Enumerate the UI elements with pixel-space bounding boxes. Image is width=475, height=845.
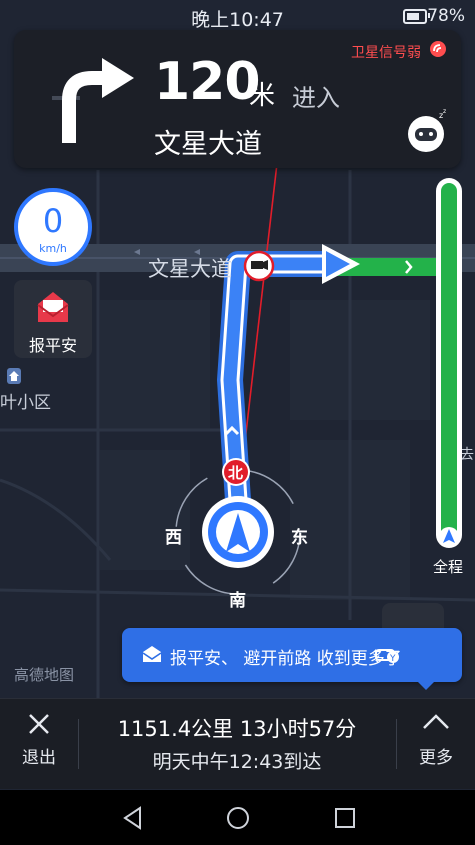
road-label: 文星大道 (148, 257, 232, 281)
map-watermark: 高德地图 (14, 666, 75, 684)
eta-text: 明天中午12:43到达 (152, 751, 322, 773)
speed-value: 0 (42, 202, 64, 240)
back-icon[interactable] (122, 806, 144, 830)
progress-fill (441, 183, 457, 538)
turn-right-icon (52, 58, 134, 143)
battery-icon (403, 9, 430, 24)
compass-east: 东 (291, 528, 308, 548)
battery-fill (407, 13, 419, 20)
gps-status: 卫星信号弱 (351, 45, 421, 61)
status-bar: 晚上10:47 78% (0, 0, 475, 31)
speedometer: 0 km/h (14, 188, 92, 266)
route-progress-bar (436, 178, 462, 548)
trip-summary: 1151.4公里 13小时57分 (117, 717, 357, 741)
overview-label[interactable]: 全程 (420, 556, 475, 577)
svg-text:Y: Y (389, 654, 396, 664)
home-icon[interactable] (225, 805, 251, 831)
compass-north: 北 (228, 464, 244, 482)
next-road-name: 文星大道 (154, 129, 262, 160)
car-avoid-icon: Y (375, 649, 399, 664)
more-label: 更多 (419, 748, 453, 768)
position-arrow-icon (439, 527, 459, 547)
compass-west: 西 (165, 528, 182, 548)
recent-apps-icon[interactable] (334, 807, 356, 829)
poi-label: 叶小区 (0, 393, 51, 413)
report-safe-label: 报平安 (28, 336, 77, 355)
report-safe-button[interactable]: 报平安 (14, 280, 92, 358)
tip-text: 报平安、 避开前路 收到更多了 (170, 649, 402, 669)
distance-unit: 米 (249, 81, 276, 111)
more-button[interactable]: 更多 (397, 699, 475, 789)
svg-text:z: z (443, 108, 446, 115)
close-icon (29, 714, 49, 734)
tip-bubble[interactable]: 报平安、 避开前路 收到更多了 Y (122, 628, 462, 690)
edge-label: 去 (460, 447, 474, 463)
system-nav-bar (0, 790, 475, 845)
mail-icon (142, 646, 162, 662)
voice-assistant-icon[interactable]: z z (403, 108, 449, 154)
battery-percent: 78% (427, 6, 465, 26)
exit-label: 退出 (22, 748, 56, 768)
mail-icon (37, 292, 69, 322)
turn-instruction-card[interactable]: 120 米 进入 文星大道 卫星信号弱 z z (14, 30, 461, 168)
compass-south: 南 (229, 591, 246, 611)
satellite-signal-icon (430, 41, 446, 57)
turn-action: 进入 (292, 84, 340, 112)
speed-unit: km/h (39, 242, 67, 255)
exit-button[interactable]: 退出 (0, 699, 78, 789)
trip-bottom-bar: 退出 1151.4公里 13小时57分 明天中午12:43到达 更多 (0, 698, 475, 789)
chevron-up-icon (423, 714, 449, 729)
turn-distance: 120 (154, 52, 261, 112)
